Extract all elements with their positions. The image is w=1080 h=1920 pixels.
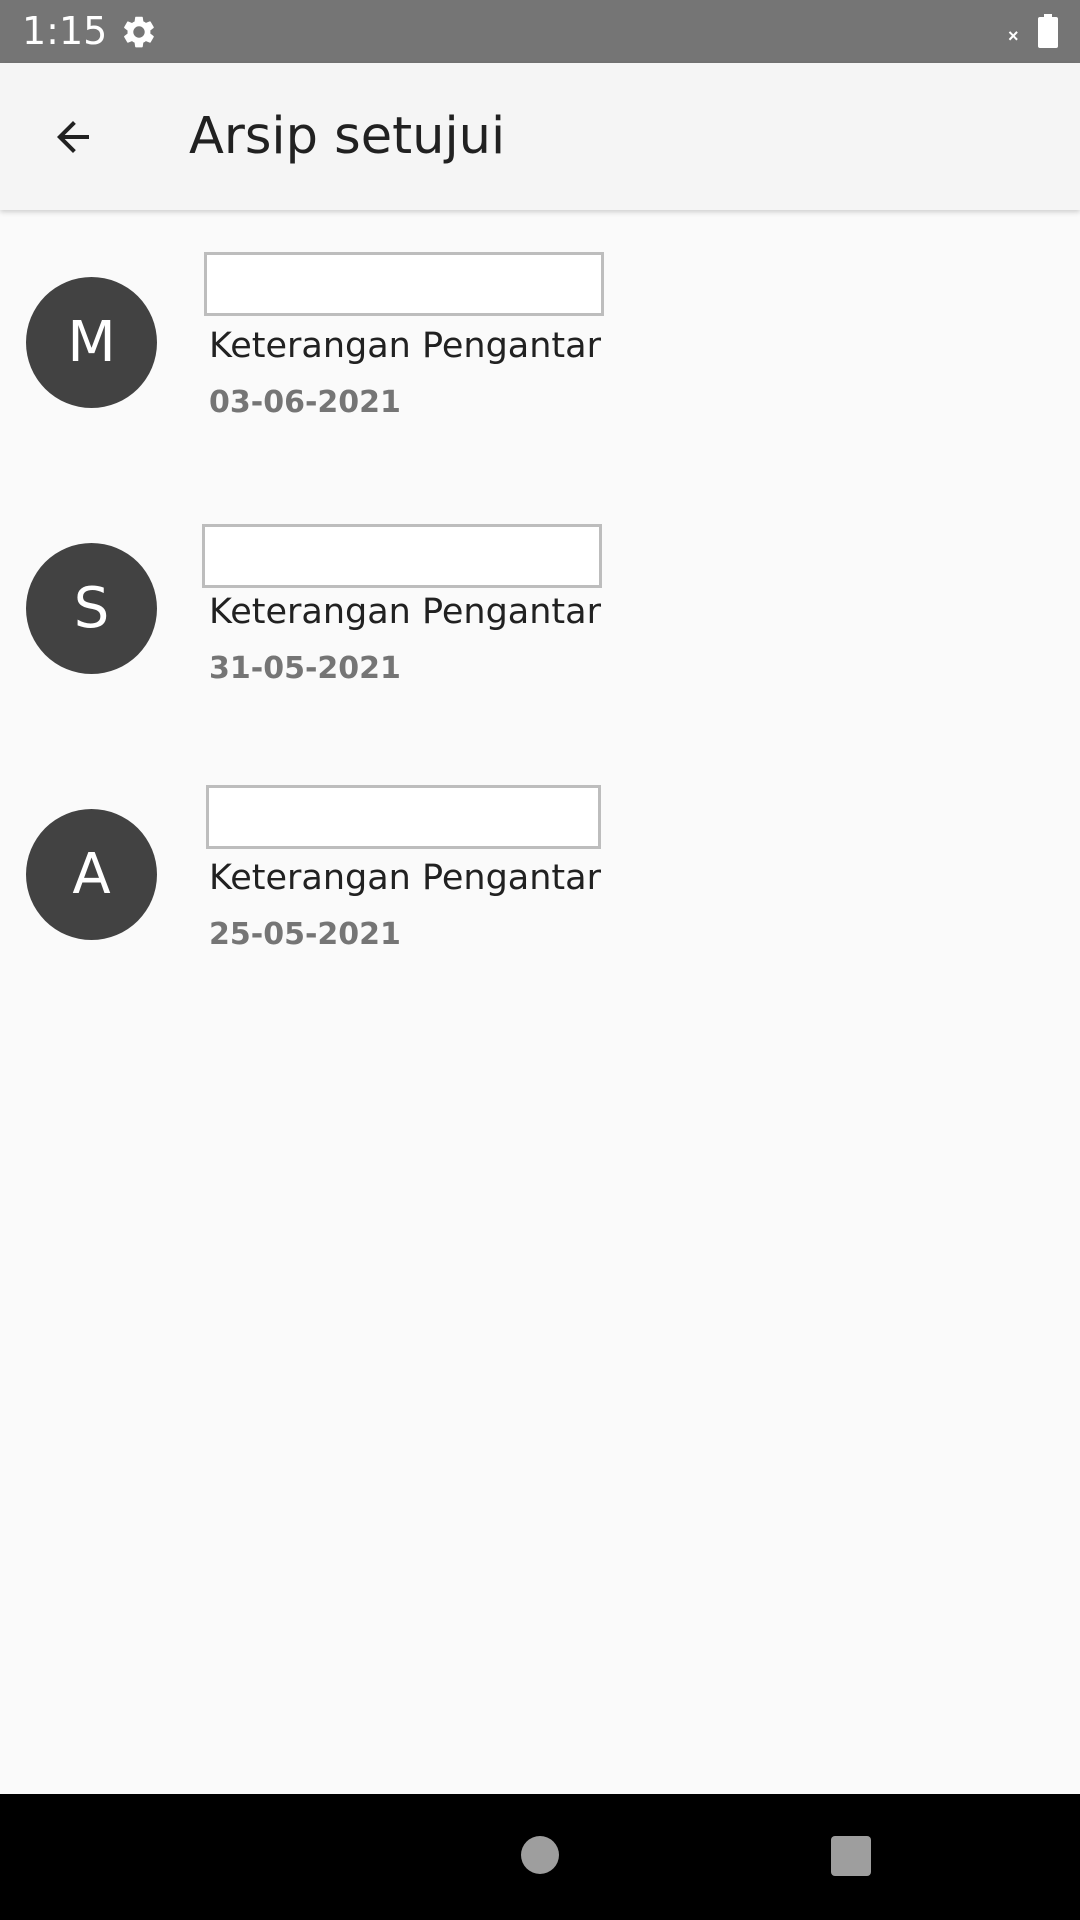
item-date: 31-05-2021 [209, 651, 401, 686]
avatar: M [26, 277, 157, 408]
avatar: S [26, 543, 157, 674]
item-subtitle: Keterangan Pengantar [209, 326, 601, 366]
avatar: A [26, 809, 157, 940]
item-name [206, 785, 601, 849]
item-name [202, 524, 602, 588]
avatar-initial: S [73, 576, 110, 641]
arrow-left-icon [57, 121, 89, 153]
list-item[interactable]: S Keterangan Pengantar 31-05-2021 [0, 476, 1080, 742]
home-icon[interactable] [521, 1836, 559, 1874]
gear-icon [124, 16, 154, 48]
no-signal-icon: × [1008, 26, 1019, 46]
page-title: Arsip setujui [189, 107, 506, 166]
battery-icon [1038, 14, 1058, 48]
item-subtitle: Keterangan Pengantar [209, 592, 601, 632]
list-item[interactable]: M Keterangan Pengantar 03-06-2021 [0, 210, 1080, 476]
app-bar: Arsip setujui [0, 63, 1080, 210]
item-subtitle: Keterangan Pengantar [209, 858, 601, 898]
status-bar: 1:15 × [0, 0, 1080, 63]
status-time: 1:15 [22, 9, 108, 53]
list-item[interactable]: A Keterangan Pengantar 25-05-2021 [0, 742, 1080, 1008]
navigation-bar [0, 1794, 1080, 1920]
back-button[interactable] [38, 109, 108, 165]
item-date: 03-06-2021 [209, 385, 401, 420]
avatar-initial: M [67, 310, 116, 375]
item-name [204, 252, 604, 316]
avatar-initial: A [72, 842, 111, 907]
item-date: 25-05-2021 [209, 917, 401, 952]
recents-icon[interactable] [831, 1836, 871, 1876]
